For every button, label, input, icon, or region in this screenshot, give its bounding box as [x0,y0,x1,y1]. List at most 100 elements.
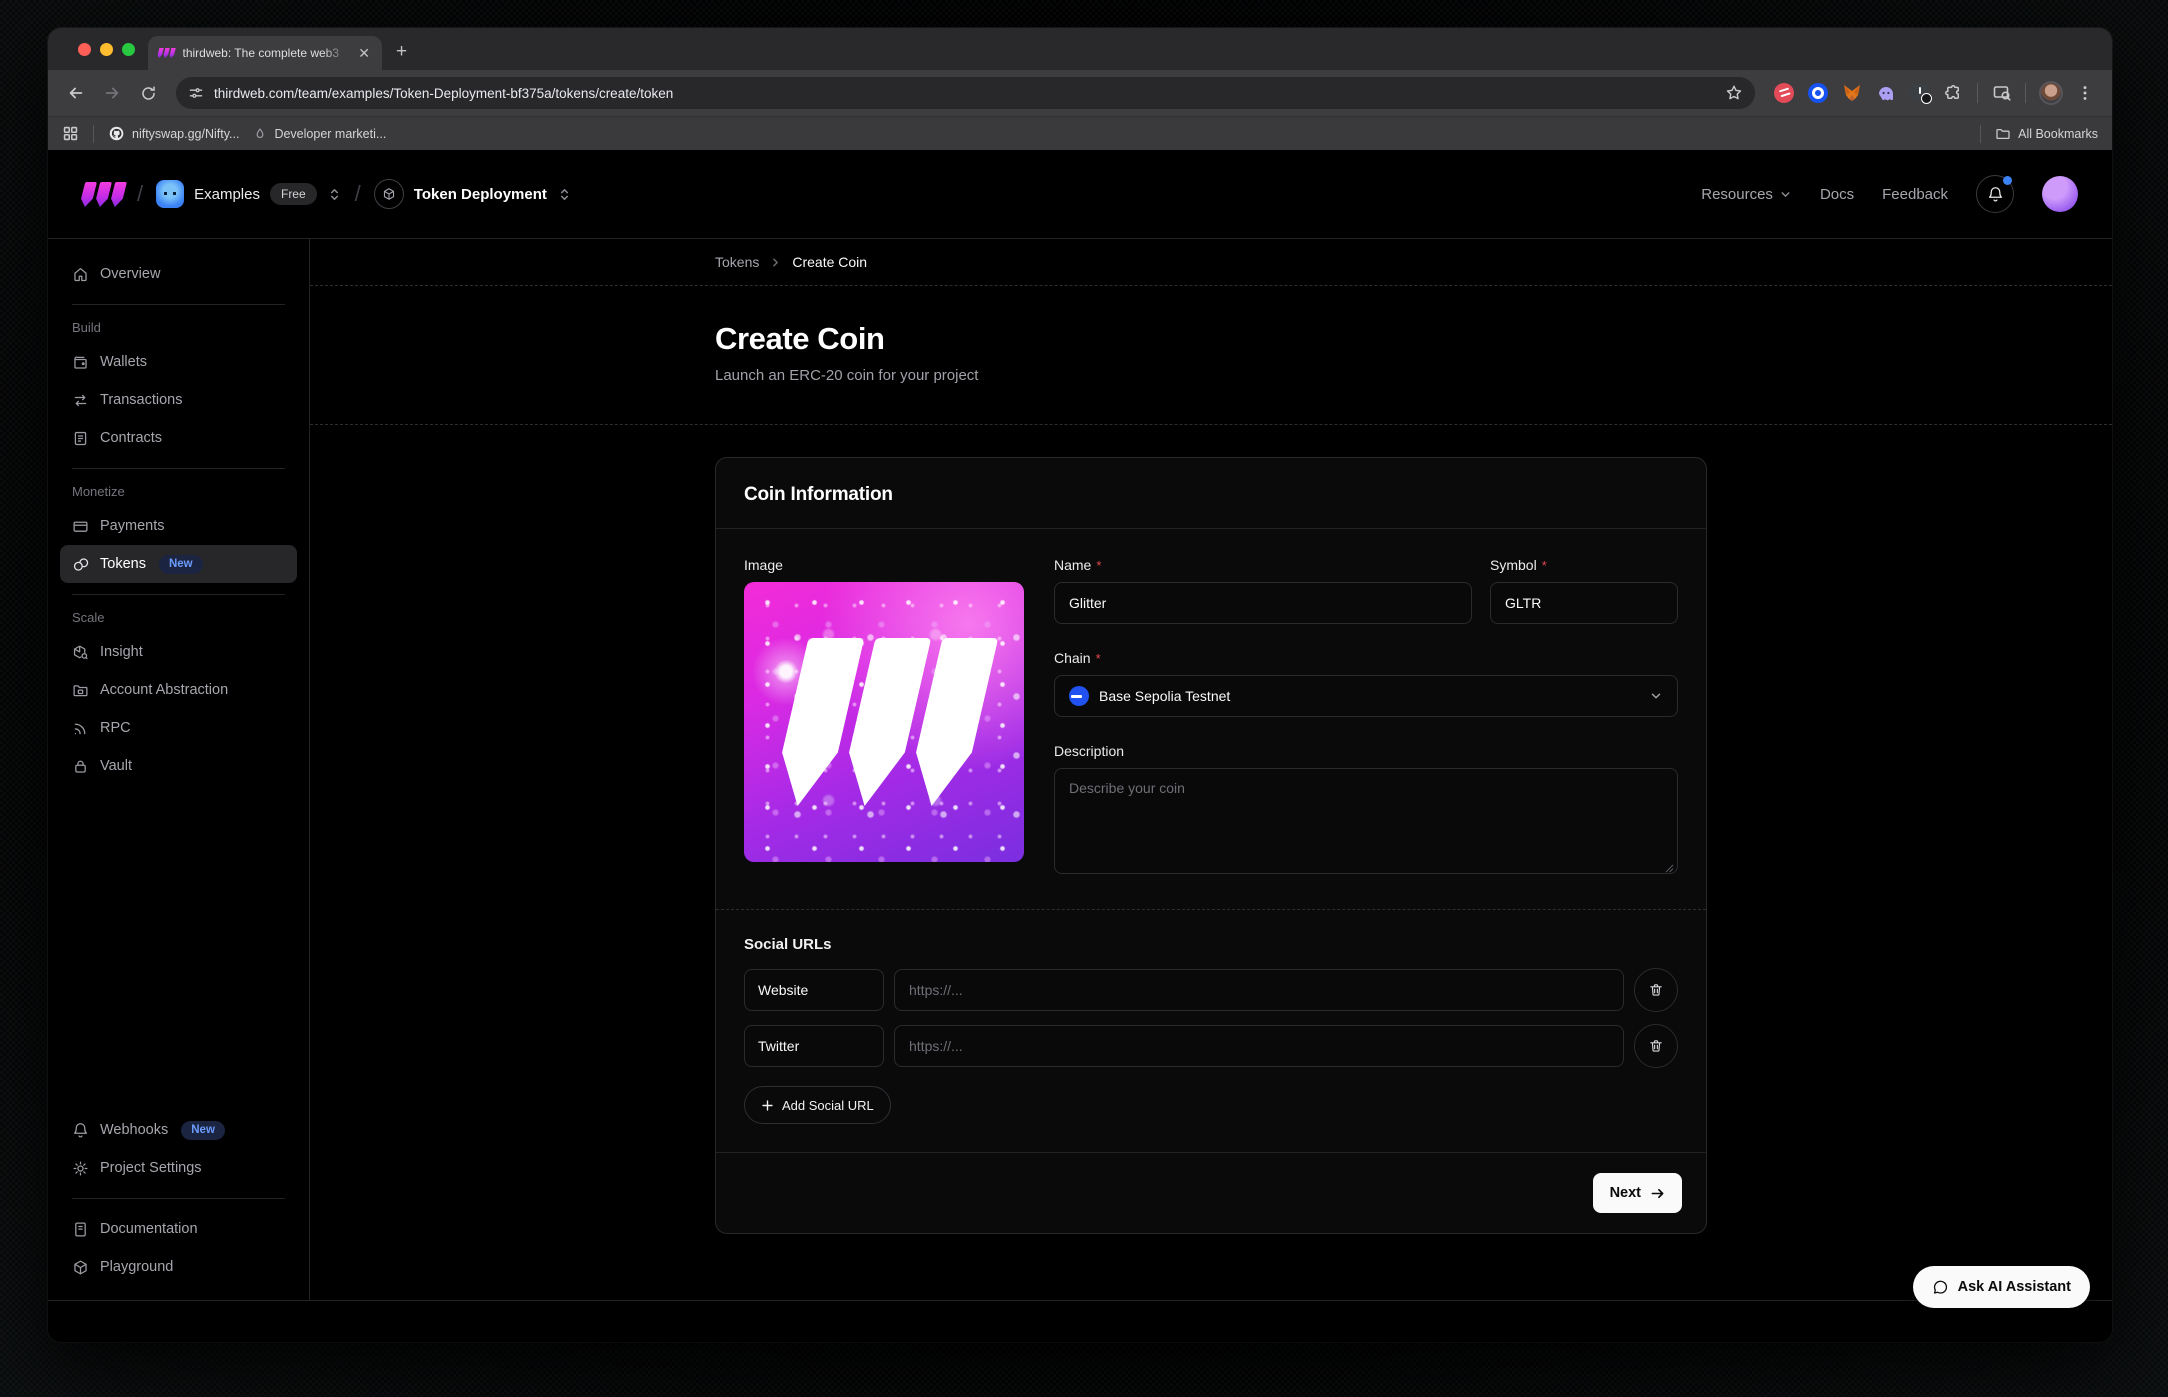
project-switcher[interactable]: Token Deployment [374,179,572,209]
extension-clock-icon[interactable] [1909,83,1930,104]
social-url-input[interactable] [894,969,1624,1011]
description-textarea[interactable] [1054,768,1678,874]
bookmark-item[interactable]: Developer marketi... [253,127,386,141]
notifications-button[interactable] [1976,175,2014,213]
folder-box-icon [72,682,89,699]
extension-phantom-icon[interactable] [1875,83,1896,104]
extensions-puzzle-icon[interactable] [1943,83,1964,104]
sidebar: Overview Build Wallets Transactions Cont… [48,239,310,1300]
site-settings-icon [188,85,204,101]
name-input[interactable] [1054,582,1472,624]
bookmark-item[interactable]: niftyswap.gg/Nifty... [108,125,239,142]
sidebar-item-project-settings[interactable]: Project Settings [60,1149,297,1187]
team-avatar [156,180,184,208]
cube-search-icon [72,644,89,661]
extension-coinbase-icon[interactable] [1807,83,1828,104]
team-switcher[interactable]: Examples Free [156,180,342,208]
all-bookmarks-button[interactable]: All Bookmarks [1995,126,2098,142]
browser-toolbar: thirdweb.com/team/examples/Token-Deploym… [48,70,2112,116]
tab-close-icon[interactable]: ✕ [356,44,372,62]
chevrons-up-down-icon [327,187,342,202]
chain-select[interactable]: Base Sepolia Testnet [1054,675,1678,717]
chrome-menu-icon[interactable] [2076,84,2094,102]
sidebar-item-label: Wallets [100,354,147,370]
reload-button[interactable] [132,77,164,109]
browser-tab[interactable]: thirdweb: The complete web3 ✕ [148,36,382,70]
sidebar-item-label: Transactions [100,392,182,408]
cube-icon [72,1259,89,1276]
sidebar-item-contracts[interactable]: Contracts [60,419,297,457]
main-content: Tokens Create Coin Create Coin Launch an… [310,239,2112,1300]
tab-title: thirdweb: The complete web3 [183,46,349,60]
sidebar-item-label: Insight [100,644,143,660]
page-subtitle: Launch an ERC-20 coin for your project [715,367,1707,384]
add-social-url-button[interactable]: Add Social URL [744,1086,891,1124]
coin-image-upload[interactable] [744,582,1024,862]
symbol-input[interactable] [1490,582,1678,624]
remove-social-url-button[interactable] [1634,968,1678,1012]
sidebar-item-documentation[interactable]: Documentation [60,1210,297,1248]
thirdweb-app: / Examples Free / Token Deployment [48,150,2112,1342]
extension-red-icon[interactable] [1773,83,1794,104]
new-tab-button[interactable]: + [396,41,407,63]
feedback-link[interactable]: Feedback [1882,186,1948,203]
extensions-row [1767,81,2100,105]
tab-search-icon[interactable] [1991,83,2012,104]
chrome-profile-avatar[interactable] [2039,81,2063,105]
description-field: Description [1054,743,1678,879]
social-platform-select[interactable]: Website [744,969,884,1011]
minimize-window-button[interactable] [100,43,113,56]
thirdweb-logo-icon[interactable] [82,182,124,207]
account-avatar[interactable] [2042,176,2078,212]
resources-label: Resources [1701,186,1773,203]
extension-metamask-icon[interactable] [1841,83,1862,104]
ask-ai-assistant-button[interactable]: Ask AI Assistant [1913,1266,2090,1308]
tab-favicon-thirdweb-icon [158,48,175,58]
forward-button[interactable] [96,77,128,109]
remove-social-url-button[interactable] [1634,1024,1678,1068]
social-url-input[interactable] [894,1025,1624,1067]
url-bar[interactable]: thirdweb.com/team/examples/Token-Deploym… [176,77,1755,109]
sidebar-item-label: Tokens [100,556,146,572]
zoom-window-button[interactable] [122,43,135,56]
next-button[interactable]: Next [1593,1173,1682,1213]
chain-label: Chain [1054,650,1091,666]
breadcrumb-tokens-link[interactable]: Tokens [715,254,759,270]
sidebar-item-payments[interactable]: Payments [60,507,297,545]
rss-icon [72,720,89,737]
bookmark-star-icon[interactable] [1725,84,1743,102]
sidebar-item-account-abstraction[interactable]: Account Abstraction [60,671,297,709]
required-asterisk: * [1542,558,1547,573]
book-icon [72,1221,89,1238]
back-arrow-icon [67,84,85,102]
close-window-button[interactable] [78,43,91,56]
social-urls-label: Social URLs [744,936,1678,953]
arrow-right-icon [1650,1186,1665,1201]
bell-icon [72,1122,89,1139]
sidebar-item-rpc[interactable]: RPC [60,709,297,747]
required-asterisk: * [1096,558,1101,573]
social-platform-select[interactable]: Twitter [744,1025,884,1067]
sidebar-item-tokens[interactable]: Tokens New [60,545,297,583]
back-button[interactable] [60,77,92,109]
project-name: Token Deployment [414,186,547,203]
sidebar-item-overview[interactable]: Overview [60,255,297,293]
sidebar-item-playground[interactable]: Playground [60,1248,297,1286]
docs-link[interactable]: Docs [1820,186,1854,203]
resize-grip-icon[interactable] [1665,864,1674,873]
sidebar-item-transactions[interactable]: Transactions [60,381,297,419]
sidebar-item-label: Playground [100,1259,173,1275]
apps-grid-icon[interactable] [62,125,79,142]
breadcrumb-row: Tokens Create Coin [310,239,2112,286]
folder-icon [1995,126,2011,142]
sidebar-item-label: RPC [100,720,131,736]
chevrons-up-down-icon [557,187,572,202]
resources-menu[interactable]: Resources [1701,186,1792,203]
chain-field: Chain* Base Sepolia Testnet [1054,650,1678,717]
sidebar-item-webhooks[interactable]: Webhooks New [60,1111,297,1149]
sidebar-item-wallets[interactable]: Wallets [60,343,297,381]
gear-icon [72,1160,89,1177]
add-social-url-label: Add Social URL [782,1098,874,1113]
sidebar-item-insight[interactable]: Insight [60,633,297,671]
sidebar-item-vault[interactable]: Vault [60,747,297,785]
